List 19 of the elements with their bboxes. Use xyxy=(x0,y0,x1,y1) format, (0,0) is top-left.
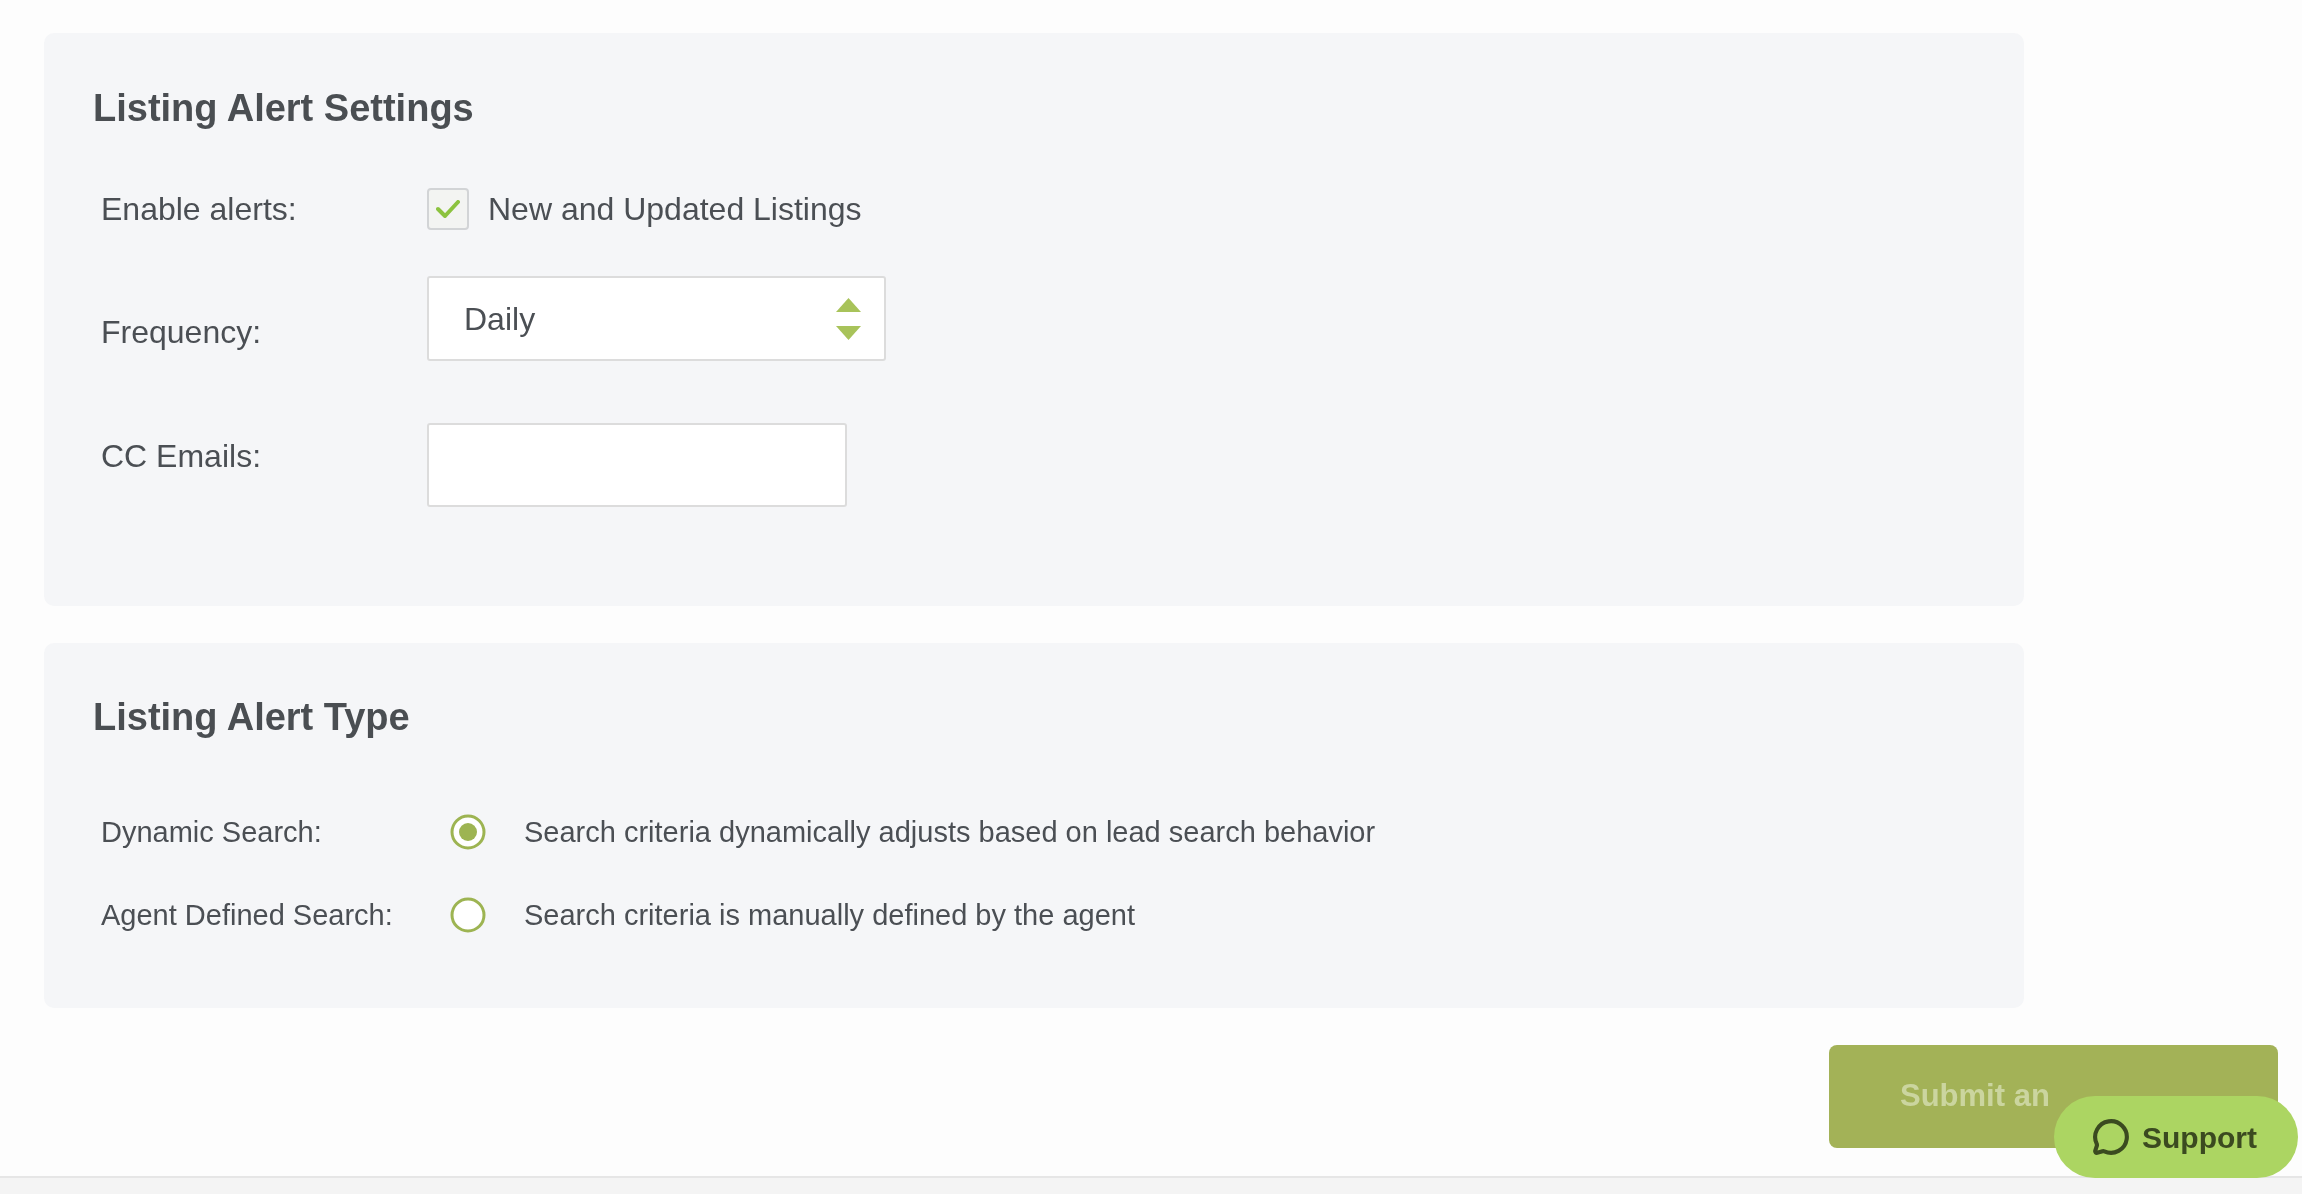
field-label: CC Emails: xyxy=(101,438,261,474)
chat-bubble-icon xyxy=(2092,1118,2130,1156)
option-description: Search criteria is manually defined by the agent xyxy=(524,898,1135,933)
option-description: Search criteria dynamically adjusts based on lead search behavior xyxy=(524,815,1376,850)
field-label: Frequency: xyxy=(101,314,262,350)
radio-button[interactable] xyxy=(450,897,486,933)
check-icon xyxy=(436,200,460,218)
radio-button[interactable] xyxy=(450,814,486,850)
option-label: Dynamic Search: xyxy=(101,816,322,848)
option-label: Agent Defined Search: xyxy=(101,899,393,931)
section-title: Listing Alert Type xyxy=(93,695,410,740)
checkbox[interactable] xyxy=(427,188,469,230)
frequency-select[interactable]: Daily xyxy=(427,276,886,361)
up-down-arrows-icon xyxy=(836,297,861,340)
section-title: Listing Alert Settings xyxy=(93,86,474,131)
support-button[interactable]: Support xyxy=(2054,1096,2298,1178)
checkbox-label: New and Updated Listings xyxy=(488,190,862,229)
input-field[interactable] xyxy=(427,423,847,507)
field-label: Enable alerts: xyxy=(101,191,297,227)
